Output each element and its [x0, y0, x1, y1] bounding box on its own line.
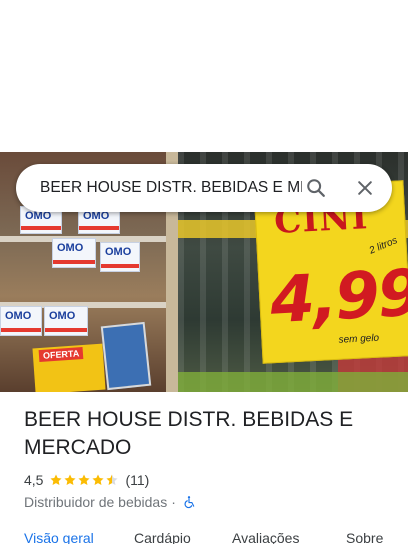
- green-bottles: [178, 372, 408, 392]
- rating-value: 4,5: [24, 472, 44, 488]
- detergent-box: OMO: [100, 242, 140, 272]
- offer-sign: OFERTA: [32, 343, 106, 392]
- search-bar[interactable]: [16, 164, 392, 212]
- tab-about[interactable]: Sobre: [346, 530, 383, 544]
- place-tabs: Visão geral Cardápio Avaliações Sobre: [0, 530, 408, 544]
- detergent-box: OMO: [0, 306, 42, 336]
- star-icon: [64, 474, 77, 486]
- close-icon: [358, 181, 372, 195]
- map-blank-area: [0, 0, 408, 152]
- review-count[interactable]: (11): [125, 472, 149, 488]
- tab-menu[interactable]: Cardápio: [134, 530, 191, 544]
- half-star-icon: [106, 474, 119, 486]
- search-input[interactable]: [40, 164, 302, 212]
- search-button[interactable]: [300, 172, 332, 204]
- place-category[interactable]: Distribuidor de bebidas: [24, 494, 167, 510]
- star-icon: [92, 474, 105, 486]
- category-row: Distribuidor de bebidas ·: [24, 492, 196, 512]
- clear-search-button[interactable]: [349, 172, 381, 204]
- detergent-box: OMO: [44, 306, 88, 336]
- star-icon: [50, 474, 63, 486]
- place-title: BEER HOUSE DISTR. BEBIDAS E MERCADO: [24, 408, 354, 459]
- star-rating: [49, 473, 119, 487]
- star-icon: [78, 474, 91, 486]
- separator-dot: ·: [171, 494, 176, 510]
- search-icon: [307, 179, 325, 197]
- tab-reviews[interactable]: Avaliações: [232, 530, 299, 544]
- detergent-box: OMO: [52, 238, 96, 268]
- tab-overview[interactable]: Visão geral: [24, 530, 94, 544]
- wheelchair-icon: [184, 496, 195, 509]
- blue-package: [100, 321, 152, 391]
- rating-row[interactable]: 4,5 (11): [24, 470, 149, 490]
